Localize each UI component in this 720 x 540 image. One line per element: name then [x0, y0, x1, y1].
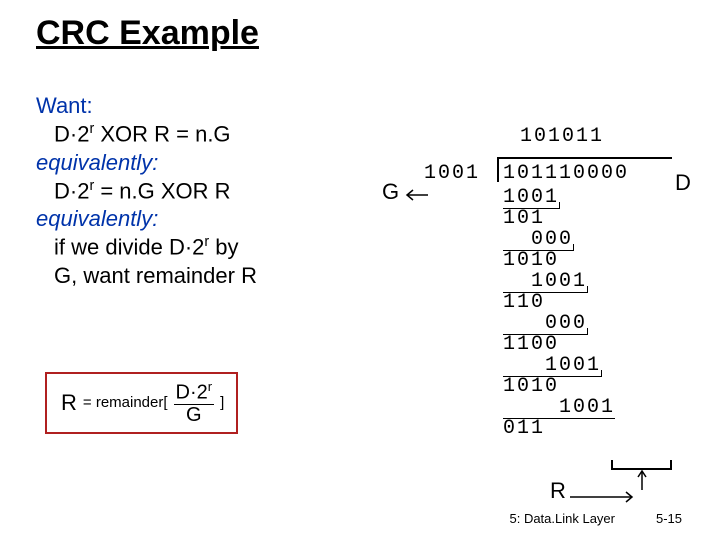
division-bar-top: [497, 157, 672, 159]
eqn-1: D·2r XOR R = n.G: [36, 120, 356, 148]
division-bar-left: [497, 157, 499, 182]
stmt-divide-1: if we divide D·2r by: [36, 233, 356, 261]
arrow-left-icon: [403, 188, 429, 202]
formula-R: R: [61, 390, 77, 416]
d-label: D: [675, 170, 691, 196]
footer-page: 5-15: [656, 511, 682, 526]
g-label: G: [382, 179, 399, 205]
slide: CRC Example Want: D·2r XOR R = n.G D·2r …: [0, 0, 720, 540]
division-divisor: 1001: [424, 162, 480, 185]
division-quotient: 101011: [520, 125, 604, 148]
formula-fraction: D·2r G: [174, 380, 215, 426]
want-label: Want:: [36, 92, 356, 120]
division-work: 1001 101 000 1010 1001 110 000 1100 1001…: [503, 187, 615, 439]
equivalently-label-2: equivalently:: [36, 205, 356, 233]
stmt-divide-2: G, want remainder R: [36, 262, 356, 290]
division-dividend: 101110000: [503, 162, 629, 185]
r-label: R: [550, 478, 566, 504]
derivation-text: Want: D·2r XOR R = n.G D·2r XOR R = n.G …: [36, 92, 356, 290]
remainder-formula: R = remainder[ D·2r G ]: [45, 372, 238, 434]
footer-chapter: 5: Data.Link Layer: [509, 511, 615, 526]
eqn-2: D·2r = n.G XOR R: [36, 177, 356, 205]
arrow-right-icon: [570, 490, 640, 504]
formula-eq-remainder: = remainder[: [83, 394, 168, 411]
arrow-up-icon: [636, 468, 648, 492]
formula-close: ]: [220, 394, 224, 411]
equivalently-label-1: equivalently:: [36, 149, 356, 177]
slide-title: CRC Example: [36, 14, 259, 53]
